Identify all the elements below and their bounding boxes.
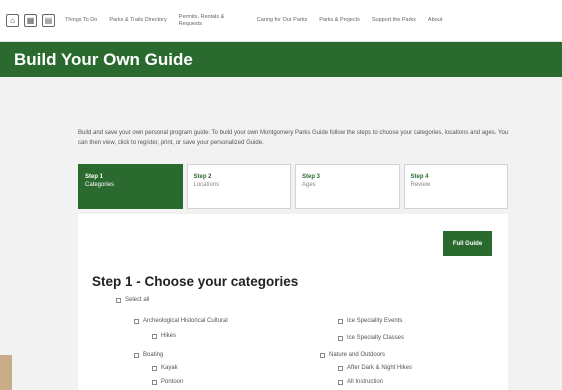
checkbox-label: Hikes bbox=[161, 333, 177, 339]
category-card: Full Guide Step 1 - Choose your categori… bbox=[78, 214, 508, 390]
checkbox-archeological[interactable]: Archeological Historical Cultural bbox=[134, 318, 228, 324]
home-icon[interactable]: ⌂ bbox=[6, 14, 19, 27]
checkbox-box[interactable] bbox=[338, 379, 343, 385]
checkbox-ice-classes[interactable]: Ice Specialty Classes bbox=[338, 335, 404, 341]
checkbox-box[interactable] bbox=[116, 297, 121, 303]
nav-link-caring[interactable]: Caring for Our Parks bbox=[257, 17, 307, 24]
checkbox-boating[interactable]: Boating bbox=[134, 352, 163, 358]
step-number: Step 3 bbox=[302, 174, 321, 180]
checkbox-label: Pontoon bbox=[161, 379, 184, 385]
checkbox-hikes[interactable]: Hikes bbox=[152, 333, 176, 339]
step-number: Step 2 bbox=[193, 174, 212, 180]
checkbox-label: Boating bbox=[143, 352, 164, 358]
full-guide-button[interactable]: Full Guide bbox=[443, 231, 492, 256]
checkbox-label: Ice Specialty Classes bbox=[347, 335, 405, 341]
step-number: Step 1 bbox=[85, 174, 104, 180]
step-name: Ages bbox=[302, 182, 316, 188]
checkbox-label: After Dark & Night Hikes bbox=[347, 365, 413, 371]
checkbox-label: Select all bbox=[125, 297, 150, 303]
checkbox-box[interactable] bbox=[338, 335, 343, 341]
calendar-icon[interactable]: ▦ bbox=[24, 14, 37, 27]
checkbox-label: All Instruction bbox=[347, 379, 384, 385]
checkbox-box[interactable] bbox=[152, 365, 157, 371]
checkbox-pontoon[interactable]: Pontoon bbox=[152, 379, 183, 385]
checkbox-label: Nature and Outdoors bbox=[329, 352, 386, 358]
step-name: Categories bbox=[85, 182, 115, 188]
checkbox-box[interactable] bbox=[152, 333, 157, 339]
nav-link-things-to-do[interactable]: Things To Do bbox=[65, 17, 97, 24]
page-banner: Build Your Own Guide bbox=[0, 42, 562, 77]
step-tab-categories[interactable]: Step 1 Categories bbox=[78, 164, 183, 209]
page-title: Build Your Own Guide bbox=[14, 50, 193, 69]
checkbox-after-dark[interactable]: After Dark & Night Hikes bbox=[338, 365, 412, 371]
checkbox-box[interactable] bbox=[338, 318, 343, 324]
checkbox-label: Archeological Historical Cultural bbox=[143, 318, 228, 324]
checkbox-ice-events[interactable]: Ice Speciality Events bbox=[338, 318, 402, 324]
checkbox-label: Kayak bbox=[161, 365, 178, 371]
nav-link-parks-trails[interactable]: Parks & Trails Directory bbox=[109, 17, 166, 24]
checkbox-box[interactable] bbox=[320, 352, 325, 358]
grid-icon[interactable]: ▤ bbox=[42, 14, 55, 27]
nav-link-about[interactable]: About bbox=[428, 17, 442, 24]
checkbox-nature[interactable]: Nature and Outdoors bbox=[320, 352, 385, 358]
side-tab[interactable] bbox=[0, 355, 12, 390]
step-tab-ages[interactable]: Step 3 Ages bbox=[295, 164, 400, 209]
step-tabs: Step 1 Categories Step 2 Locations Step … bbox=[78, 164, 508, 209]
checkbox-label: Ice Speciality Events bbox=[347, 318, 403, 324]
nav-link-projects[interactable]: Parks & Projects bbox=[319, 17, 360, 24]
step-tab-locations[interactable]: Step 2 Locations bbox=[186, 164, 291, 209]
nav-link-permits[interactable]: Permits, Rentals & Requests bbox=[179, 14, 245, 28]
checkbox-box[interactable] bbox=[134, 318, 139, 324]
step-name: Locations bbox=[193, 182, 220, 188]
step-tab-review[interactable]: Step 4 Review bbox=[403, 164, 508, 209]
select-all-checkbox[interactable]: Select all bbox=[116, 297, 149, 303]
checkbox-box[interactable] bbox=[134, 352, 139, 358]
nav-link-support[interactable]: Support the Parks bbox=[372, 17, 416, 24]
section-heading: Step 1 - Choose your categories bbox=[92, 274, 299, 289]
checkbox-all-instruction[interactable]: All Instruction bbox=[338, 379, 383, 385]
intro-text: Build and save your own personal program… bbox=[78, 130, 509, 146]
checkbox-kayak[interactable]: Kayak bbox=[152, 365, 178, 371]
top-navigation: ⌂ ▦ ▤ Things To Do Parks & Trails Direct… bbox=[0, 0, 562, 42]
checkbox-box[interactable] bbox=[338, 365, 343, 371]
checkbox-box[interactable] bbox=[152, 379, 157, 385]
step-name: Review bbox=[410, 182, 431, 188]
step-number: Step 4 bbox=[410, 174, 429, 180]
